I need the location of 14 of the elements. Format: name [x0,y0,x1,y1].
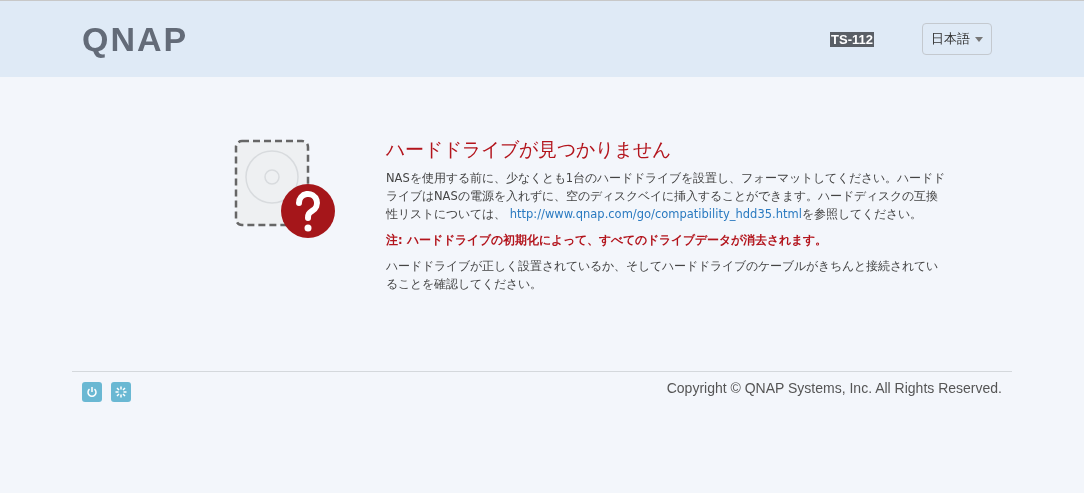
compatibility-link[interactable]: http://www.qnap.com/go/compatibility_hdd35.html [509,207,802,221]
warning-text: 注: ハードドライブの初期化によって、すべてのドライブデータが消去されます。 [386,232,828,249]
copyright-text: Copyright © QNAP Systems, Inc. All Rights Reserved. [666,379,1002,398]
intro-paragraph: NASを使用する前に、少なくとも1台のハードドライブを設置し、フォーマットしてください。ハードドライブはNASの電源を入れずに、空のディスクベイに挿入することができます。ハードディスクの互換性リストについては、 http://www.qnap.com/go/compatibility_hdd35.htmlを参照してください。 [386,170,946,223]
spinner-icon [115,386,127,398]
note-paragraph: ハードドライブが正しく設置されているか、そしてハードドライブのケーブルがきちんと接続されていることを確認してください。 [386,258,939,293]
error-title: ハードドライブが見つかりません [386,137,672,161]
power-icon [86,386,98,398]
restart-button[interactable] [111,382,131,402]
language-dropdown[interactable]: 日本語 [922,23,992,55]
model-name: TS-112 [830,31,874,47]
power-button[interactable] [82,382,102,402]
caret-icon [975,36,983,42]
logo: QNAP [82,22,189,56]
